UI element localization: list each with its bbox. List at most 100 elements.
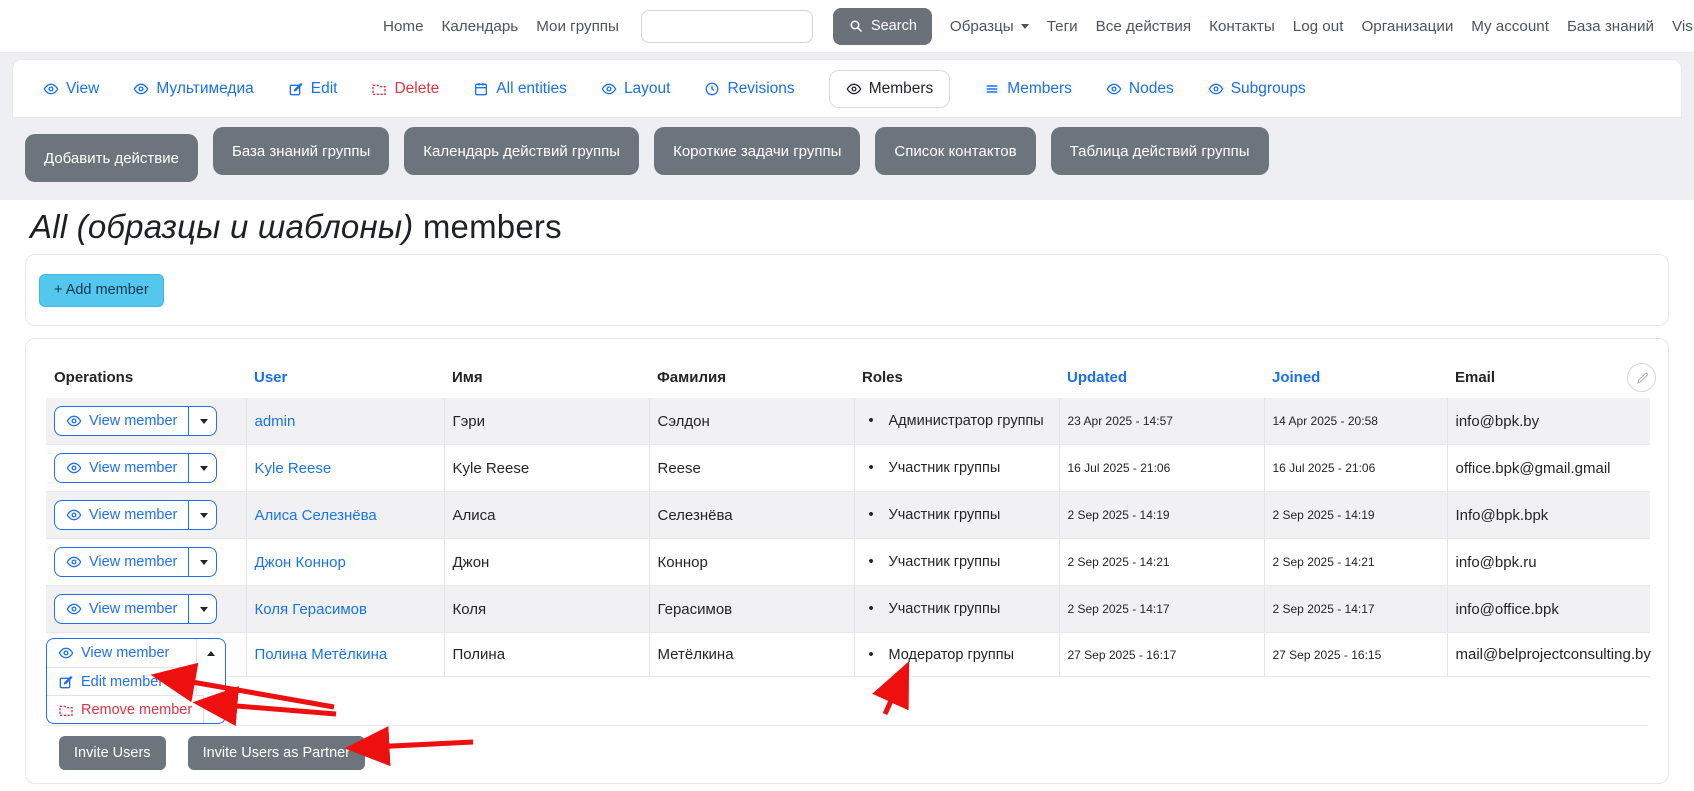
tab-revisions[interactable]: Revisions [704,80,794,98]
eye-icon [601,81,617,97]
joined-cell: 2 Sep 2025 - 14:21 [1264,539,1447,586]
edit-member-menu-item[interactable]: Edit member [47,667,225,695]
tab-members-list[interactable]: Members [984,80,1072,98]
view-member-split-button[interactable]: View member [54,500,217,530]
add-action-button[interactable]: Добавить действие [25,134,198,182]
tab-nodes[interactable]: Nodes [1106,80,1174,98]
user-link[interactable]: Коля Герасимов [255,601,367,618]
eye-icon [66,601,82,617]
tab-delete[interactable]: Delete [371,80,439,98]
dropdown-gutter [203,695,225,723]
tab-subgroups[interactable]: Subgroups [1208,80,1306,98]
invite-users-button[interactable]: Invite Users [59,736,166,770]
col-user-sort[interactable]: User [246,355,444,398]
user-link[interactable]: Джон Коннор [255,554,346,571]
dropdown-toggle[interactable] [188,407,216,435]
updated-cell: 2 Sep 2025 - 14:17 [1059,586,1264,633]
table-row: View member Алиса Селезнёва Алиса Селезн… [46,492,1650,539]
col-last-name: Фамилия [649,355,854,398]
col-email: Email [1447,355,1650,398]
nav-knowledge-base[interactable]: База знаний [1567,18,1654,35]
chevron-down-icon [200,419,208,424]
edit-icon [288,81,304,97]
view-member-split-button[interactable]: View member [54,406,217,436]
eye-icon [66,554,82,570]
search-button[interactable]: Search [833,8,932,45]
email-cell: info@bpk.ru [1447,539,1650,586]
operations-cell: View member [46,445,246,492]
role-bullet: • [869,601,889,617]
dropdown-gutter [196,667,225,695]
dropdown-toggle[interactable] [188,595,216,623]
user-link[interactable]: admin [255,413,296,430]
nav-logout[interactable]: Log out [1293,18,1344,35]
email-cell: Info@bpk.bpk [1447,492,1650,539]
contacts-list-button[interactable]: Список контактов [875,127,1035,175]
invite-buttons-row: Invite Users Invite Users as Partner [46,725,1648,783]
col-updated-sort[interactable]: Updated [1059,355,1264,398]
add-member-button[interactable]: + Add member [39,274,164,307]
search-input[interactable] [641,10,813,43]
dropdown-toggle[interactable] [188,548,216,576]
nav-calendar[interactable]: Календарь [442,18,519,35]
dropdown-toggle-open[interactable] [196,639,225,667]
view-member-split-button[interactable]: View member [54,453,217,483]
remove-member-menu-item[interactable]: Remove member [47,695,225,723]
edit-columns-button[interactable] [1627,363,1656,392]
eye-icon [846,81,862,97]
dropdown-toggle[interactable] [188,501,216,529]
invite-users-as-partner-button[interactable]: Invite Users as Partner [188,736,365,770]
tab-all-entities[interactable]: All entities [473,80,567,98]
role-cell: •Участник группы [854,492,1059,539]
tab-members-active[interactable]: Members [829,70,951,108]
tab-multimedia[interactable]: Мультимедиа [133,80,253,98]
nav-my-groups[interactable]: Мои группы [536,18,619,35]
list-icon [984,81,1000,97]
first-name-cell: Джон [444,539,649,586]
role-bullet: • [869,647,889,663]
chevron-up-icon [207,651,215,656]
dropdown-toggle[interactable] [188,454,216,482]
first-name-cell: Полина [444,633,649,677]
nav-all-actions[interactable]: Все действия [1096,18,1192,35]
tab-layout[interactable]: Layout [601,80,671,98]
nav-my-account[interactable]: My account [1471,18,1549,35]
updated-cell: 27 Sep 2025 - 16:17 [1059,633,1264,677]
last-name-cell: Метёлкина [649,633,854,677]
group-actions-calendar-button[interactable]: Календарь действий группы [404,127,639,175]
group-short-tasks-button[interactable]: Короткие задачи группы [654,127,860,175]
group-knowledge-base-button[interactable]: База знаний группы [213,127,389,175]
user-link[interactable]: Kyle Reese [255,460,332,477]
role-cell: •Модератор группы [854,633,1059,677]
entity-tabs: View Мультимедиа Edit Delete All entitie… [12,59,1682,118]
view-member-button[interactable]: View member [47,639,196,667]
operations-cell: View member [46,586,246,633]
email-cell: info@office.bpk [1447,586,1650,633]
joined-cell: 16 Jul 2025 - 21:06 [1264,445,1447,492]
user-link[interactable]: Полина Метёлкина [255,646,388,663]
user-link[interactable]: Алиса Селезнёва [255,507,377,524]
nav-home[interactable]: Home [383,18,424,35]
nav-contacts[interactable]: Контакты [1209,18,1275,35]
updated-cell: 23 Apr 2025 - 14:57 [1059,398,1264,445]
nav-samples[interactable]: Образцы [950,18,1029,35]
delete-icon [371,81,387,97]
table-row: View member Edit member [46,633,1650,677]
page-title: All (образцы и шаблоны) members [30,208,1694,246]
tab-edit[interactable]: Edit [288,80,338,98]
view-member-split-button[interactable]: View member [54,594,217,624]
members-table: Operations User Имя Фамилия Roles Update… [46,355,1650,677]
group-actions-table-button[interactable]: Таблица действий группы [1051,127,1269,175]
eye-icon [58,645,74,661]
nav-tags[interactable]: Теги [1047,18,1078,35]
nav-organizations[interactable]: Организации [1361,18,1453,35]
eye-icon [133,81,149,97]
view-member-dropdown-open: View member Edit member [46,638,226,724]
nav-visualisation[interactable]: Visualisation [1672,18,1694,35]
role-bullet: • [869,460,889,476]
view-member-split-button[interactable]: View member [54,547,217,577]
group-action-buttons: Добавить действие База знаний группы Кал… [12,118,1682,200]
pencil-icon [1635,371,1649,385]
tab-view[interactable]: View [43,80,99,98]
col-joined-sort[interactable]: Joined [1264,355,1447,398]
